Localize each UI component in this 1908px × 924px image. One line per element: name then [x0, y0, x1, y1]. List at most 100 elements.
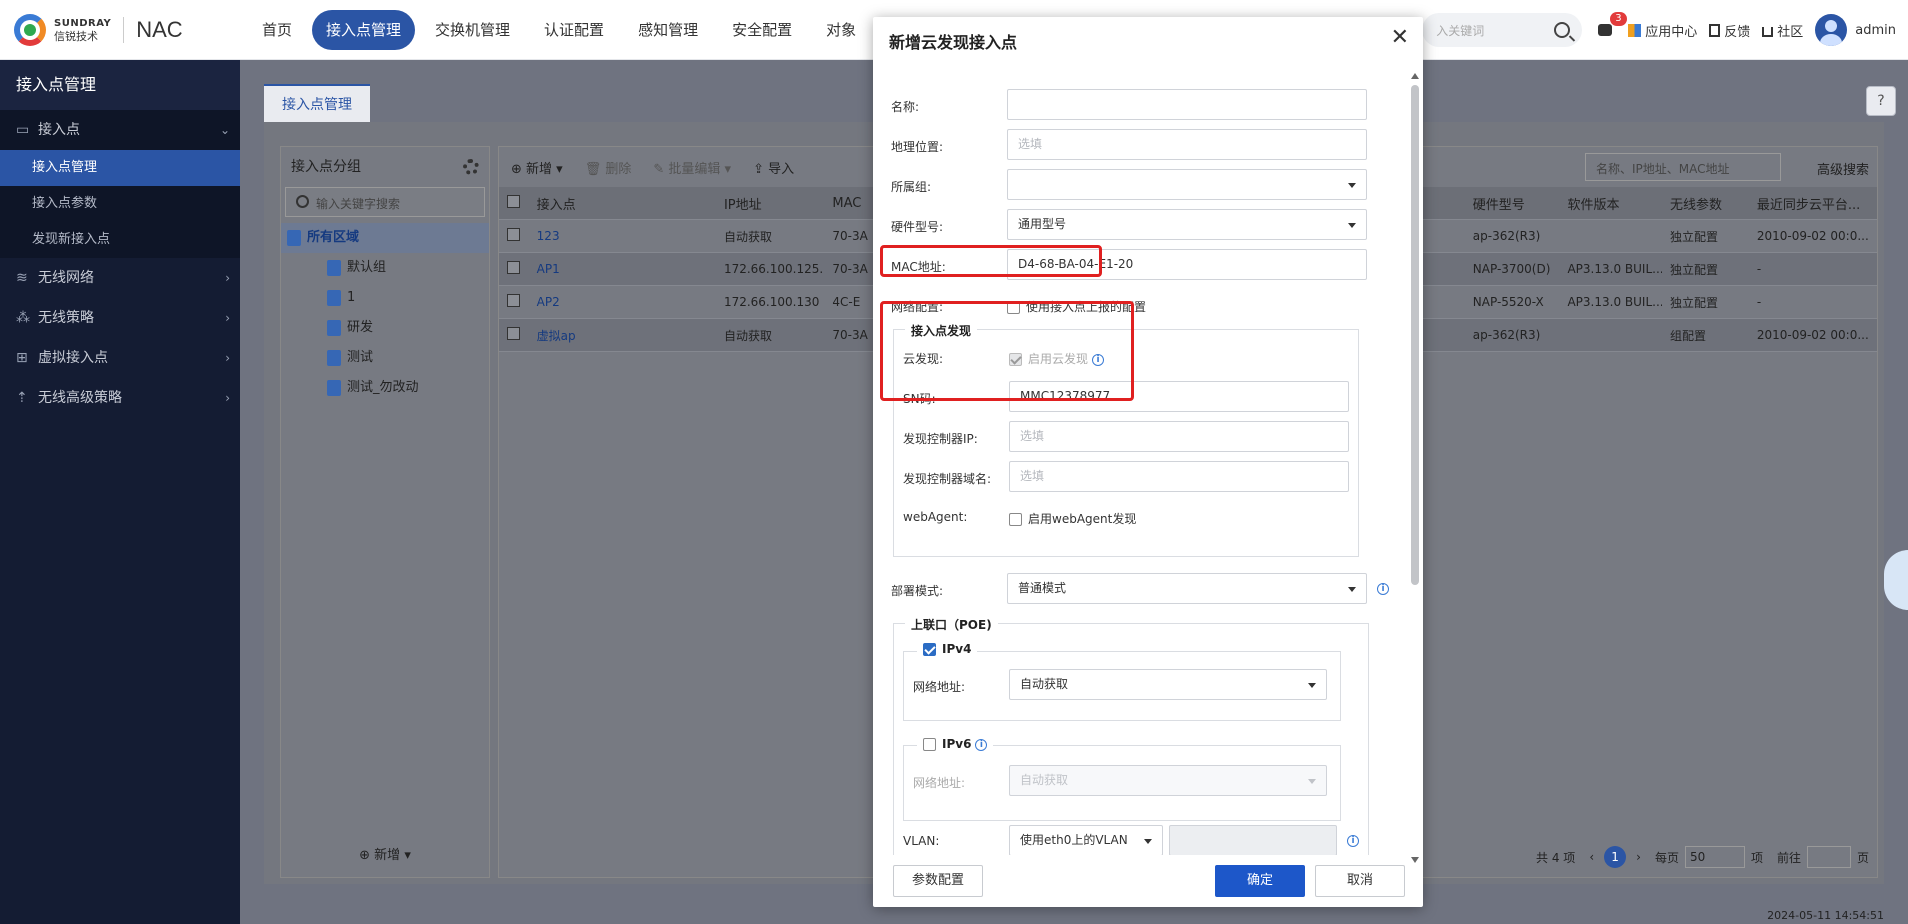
webagent-checkbox[interactable]	[1009, 513, 1022, 526]
netcfg-option[interactable]: 使用接入点上报的配置	[1007, 298, 1146, 315]
scroll-thumb[interactable]	[1411, 85, 1419, 585]
sidebar-group-wireless-network[interactable]: ≋ 无线网络 ›	[0, 258, 240, 298]
group-search-input[interactable]: 输入关键字搜索	[285, 187, 485, 217]
sidebar-group-advanced-policy[interactable]: ⇡ 无线高级策略 ›	[0, 378, 240, 418]
messages-button[interactable]: 3	[1598, 12, 1627, 36]
dialog-scrollbar[interactable]	[1411, 73, 1419, 863]
ap-name-link[interactable]: 虚拟ap	[529, 327, 716, 344]
nav-objects[interactable]: 对象	[812, 10, 870, 50]
info-icon[interactable]: i	[975, 738, 988, 751]
cloud-discovery-checkbox[interactable]	[1009, 353, 1022, 366]
ipv4-addr-select[interactable]: 自动获取	[1009, 669, 1327, 700]
brand-logo[interactable]: SUNDRAY 信锐技术 NAC	[14, 14, 183, 46]
goto-page-input[interactable]	[1806, 846, 1851, 868]
deploy-row: 部署模式: 普通模式 i	[873, 573, 1403, 605]
sn-input[interactable]: MMC12378977	[1009, 381, 1349, 412]
info-icon[interactable]: i	[1092, 353, 1105, 366]
row-checkbox[interactable]	[507, 261, 520, 274]
ipv6-addr-select[interactable]: 自动获取	[1009, 765, 1327, 796]
sidebar-item-discover-ap[interactable]: 发现新接入点	[0, 222, 240, 258]
search-icon[interactable]	[1554, 22, 1571, 38]
row-checkbox[interactable]	[507, 228, 520, 241]
nav-ap-management[interactable]: 接入点管理	[312, 10, 416, 50]
ipv4-toggle[interactable]: IPv4	[917, 642, 978, 656]
param-config-button[interactable]: 参数配置	[893, 865, 983, 897]
group-select[interactable]	[1007, 169, 1367, 200]
tree-item[interactable]: 测试_勿改动	[281, 373, 489, 403]
page-number[interactable]: 1	[1604, 846, 1627, 868]
sidebar-item-ap-management[interactable]: 接入点管理	[0, 150, 240, 186]
col-wl[interactable]: 无线参数	[1662, 194, 1749, 213]
delete-button[interactable]: 🗑 删除	[585, 158, 632, 177]
webagent-option[interactable]: 启用webAgent发现	[1009, 510, 1136, 527]
gear-icon[interactable]	[463, 159, 479, 175]
select-all-checkbox[interactable]	[507, 194, 520, 208]
tree-root[interactable]: 所有区域	[281, 223, 489, 253]
ap-search-input[interactable]: 名称、IP地址、MAC地址	[1585, 153, 1781, 181]
nav-perception[interactable]: 感知管理	[624, 10, 712, 50]
sidebar-group-wireless-policy[interactable]: ⁂ 无线策略 ›	[0, 298, 240, 338]
sidebar-group-virtual-ap[interactable]: ⊞ 虚拟接入点 ›	[0, 338, 240, 378]
nav-security[interactable]: 安全配置	[718, 10, 806, 50]
advanced-search-link[interactable]: 高级搜索	[1817, 159, 1869, 178]
user-menu[interactable]: admin	[1815, 14, 1896, 46]
prev-page-icon[interactable]: ‹	[1589, 850, 1594, 864]
import-button[interactable]: ⇪ 导入	[753, 158, 794, 177]
sidebar-group-ap[interactable]: ▭ 接入点 ⌄	[0, 110, 240, 150]
bulk-edit-button[interactable]: ✎ 批量编辑 ▾	[653, 158, 731, 177]
sidebar-item-ap-params[interactable]: 接入点参数	[0, 186, 240, 222]
help-button[interactable]: ?	[1866, 86, 1896, 116]
add-button[interactable]: ⊕ 新增 ▾	[511, 158, 563, 177]
vlan-select[interactable]: 使用eth0上的VLAN	[1009, 825, 1163, 855]
col-ip[interactable]: IP地址	[716, 194, 824, 213]
netcfg-checkbox[interactable]	[1007, 301, 1020, 314]
tab-bar: 接入点管理	[264, 84, 370, 122]
col-sw[interactable]: 软件版本	[1559, 194, 1662, 213]
nav-home[interactable]: 首页	[248, 10, 306, 50]
controller-domain-input[interactable]: 选填	[1009, 461, 1349, 492]
ap-sync: -	[1756, 262, 1762, 276]
col-name[interactable]: 接入点	[529, 194, 716, 213]
vlan-id-input[interactable]	[1169, 825, 1337, 855]
col-hw[interactable]: 硬件型号	[1465, 194, 1560, 213]
tree-item[interactable]: 1	[281, 283, 489, 313]
tree-item[interactable]: 测试	[281, 343, 489, 373]
ap-name-link[interactable]: 123	[529, 229, 716, 243]
ipv6-checkbox[interactable]	[923, 738, 936, 751]
community-button[interactable]: 社区	[1762, 21, 1803, 40]
nav-auth-config[interactable]: 认证配置	[530, 10, 618, 50]
ap-name-link[interactable]: AP1	[529, 262, 716, 276]
add-group-button[interactable]: ⊕ 新增 ▾	[281, 835, 489, 877]
row-checkbox[interactable]	[507, 294, 520, 307]
assistant-robot-icon[interactable]	[1884, 550, 1908, 610]
next-page-icon[interactable]: ›	[1636, 850, 1641, 864]
tree-item[interactable]: 默认组	[281, 253, 489, 283]
location-input[interactable]: 选填	[1007, 129, 1367, 160]
per-page-select[interactable]: 50	[1684, 846, 1745, 868]
close-icon[interactable]: ✕	[1391, 25, 1409, 50]
confirm-button[interactable]: 确定	[1215, 865, 1305, 897]
cancel-button[interactable]: 取消	[1315, 865, 1405, 897]
info-icon[interactable]: i	[1377, 583, 1389, 595]
col-sync[interactable]: 最近同步云平台...	[1749, 194, 1877, 213]
name-input[interactable]	[1007, 89, 1367, 120]
scroll-up-icon[interactable]	[1411, 73, 1419, 79]
ipv6-toggle[interactable]: IPv6 i	[917, 737, 994, 751]
delete-label: 删除	[605, 161, 632, 177]
hardware-select[interactable]: 通用型号	[1007, 209, 1367, 240]
app-center-button[interactable]: 应用中心	[1628, 21, 1697, 40]
deploy-select[interactable]: 普通模式	[1007, 573, 1367, 604]
cloud-discovery-option[interactable]: 启用云发现 i	[1009, 350, 1105, 367]
ipv4-checkbox[interactable]	[923, 643, 936, 656]
feedback-button[interactable]: 反馈	[1709, 21, 1750, 40]
nav-switch-management[interactable]: 交换机管理	[421, 10, 524, 50]
tab-ap-management[interactable]: 接入点管理	[264, 84, 370, 122]
ap-name-link[interactable]: AP2	[529, 295, 716, 309]
row-checkbox[interactable]	[507, 327, 520, 340]
mac-input[interactable]: D4-68-BA-04-E1-20	[1007, 249, 1367, 280]
controller-ip-input[interactable]: 选填	[1009, 421, 1349, 452]
deploy-label: 部署模式:	[891, 584, 944, 598]
global-search-input[interactable]: 入关键词	[1422, 13, 1583, 47]
tree-item[interactable]: 研发	[281, 313, 489, 343]
info-icon[interactable]: i	[1347, 835, 1359, 847]
